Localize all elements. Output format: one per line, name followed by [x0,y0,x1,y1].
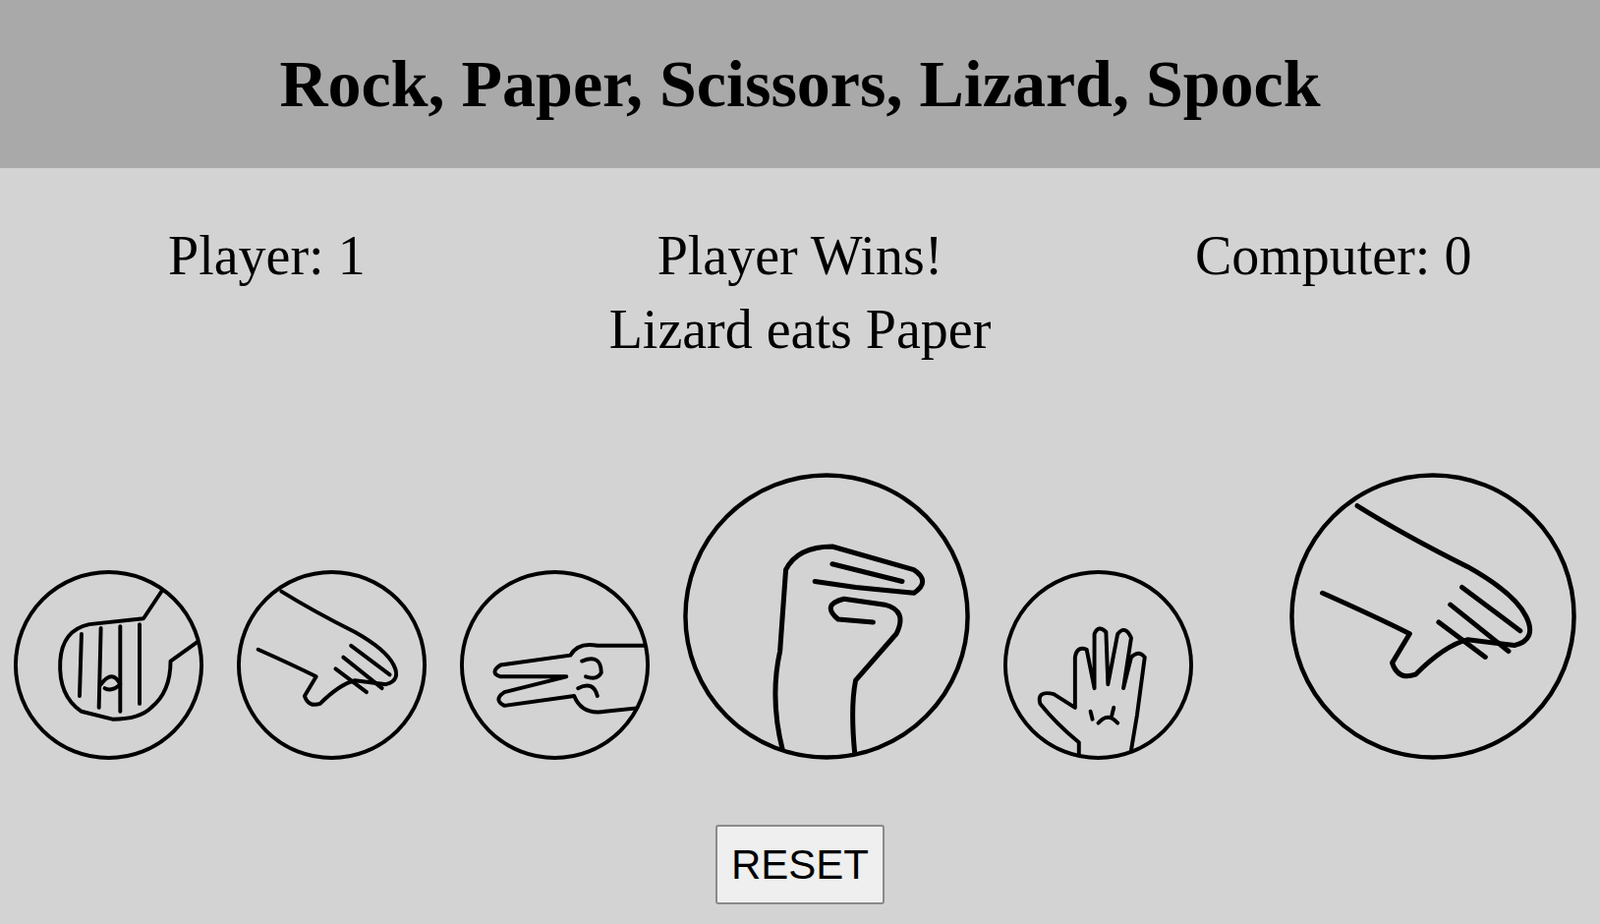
player-score: Player: 1 [0,219,534,293]
game-title: Rock, Paper, Scissors, Lizard, Spock [279,45,1320,123]
reset-button[interactable]: RESET [715,824,885,905]
scissors-hand-icon[interactable] [457,568,652,762]
choice-button[interactable] [681,470,972,762]
lizard-hand-icon[interactable] [681,470,972,762]
computer-choice-icon [1287,470,1579,762]
choice-button[interactable] [11,568,206,762]
result-panel: Player Wins!Lizard eats Paper [533,219,1068,367]
result-message: Lizard eats Paper [609,292,992,367]
page-header: Rock, Paper, Scissors, Lizard, Spock [0,0,1600,169]
hands-row [0,470,1600,762]
controls: RESET [0,824,1600,905]
choice-button[interactable] [1001,568,1196,762]
computer-score: Computer: 0 [1066,219,1600,293]
computer-choice [1287,470,1579,762]
scoreboard: Player: 1Player Wins!Lizard eats PaperCo… [0,168,1600,367]
choice-button[interactable] [457,568,652,762]
result-headline: Player Wins! [657,219,944,293]
rock-hand-icon[interactable] [11,568,206,762]
paper-hand-icon[interactable] [234,568,429,762]
spock-hand-icon[interactable] [1001,568,1196,762]
player-choices [11,470,1196,762]
choice-button[interactable] [234,568,429,762]
